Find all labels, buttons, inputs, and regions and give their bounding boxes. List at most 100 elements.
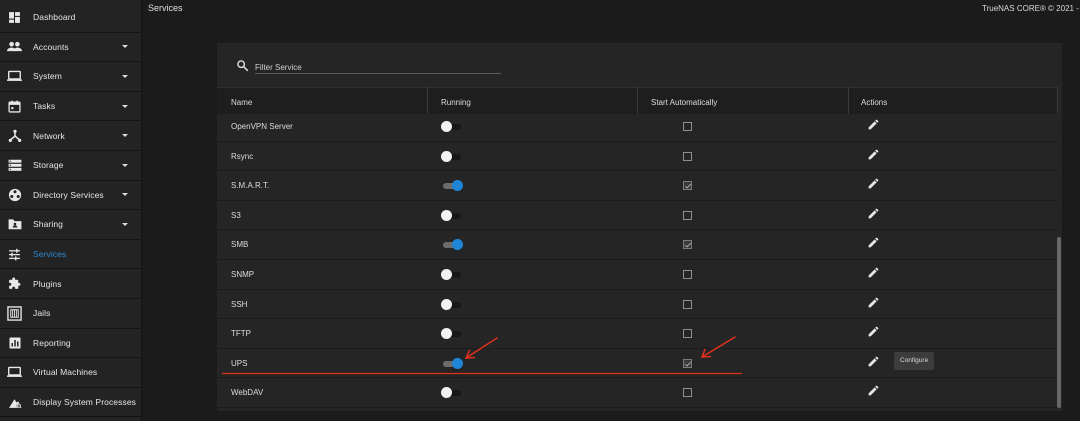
sidebar-item-label: Accounts: [33, 41, 69, 52]
sidebar-item-reporting[interactable]: Reporting: [0, 329, 142, 359]
laptop-icon: [7, 365, 22, 380]
pencil-icon: [868, 356, 879, 367]
running-toggle[interactable]: [441, 239, 463, 251]
start-automatically-checkbox[interactable]: [683, 210, 692, 220]
running-toggle[interactable]: [441, 328, 463, 340]
column-header-actions: Actions: [861, 98, 888, 107]
sidebar-item-label: Virtual Machines: [33, 367, 98, 378]
column-divider: [1057, 87, 1058, 114]
configure-button[interactable]: [867, 355, 881, 369]
column-divider: [427, 87, 428, 114]
column-divider: [637, 87, 638, 114]
pencil-icon: [868, 119, 879, 130]
network-icon: [7, 128, 22, 143]
table-row: TFTP: [217, 319, 1058, 349]
service-name: S3: [231, 210, 241, 220]
processes-icon: [7, 395, 22, 410]
configure-button[interactable]: [867, 236, 881, 250]
pencil-icon: [868, 149, 879, 159]
directory-services-icon: [7, 187, 22, 202]
running-toggle[interactable]: [441, 298, 463, 311]
start-automatically-checkbox[interactable]: [683, 270, 692, 279]
sidebar-item-label: Reporting: [33, 337, 71, 348]
jail-icon: [7, 306, 22, 321]
sidebar-item-label: System: [33, 71, 62, 82]
sidebar-item-storage[interactable]: Storage: [0, 151, 142, 181]
start-automatically-checkbox[interactable]: [683, 122, 692, 131]
configure-button[interactable]: [867, 118, 881, 132]
sidebar-item-label: Directory Services: [33, 189, 104, 200]
start-automatically-checkbox[interactable]: [683, 151, 692, 161]
table-scrollbar[interactable]: [1057, 237, 1061, 408]
sidebar-item-display-system-processes[interactable]: Display System Processes: [0, 388, 142, 418]
running-toggle[interactable]: [441, 121, 463, 133]
table-row: WebDAV: [217, 378, 1058, 408]
storage-icon: [7, 158, 22, 173]
filter-service-input[interactable]: [255, 59, 501, 74]
check-icon: [685, 243, 691, 248]
column-header-name[interactable]: Name: [231, 98, 252, 107]
configure-button[interactable]: [867, 296, 881, 310]
start-automatically-checkbox[interactable]: [683, 240, 692, 250]
configure-button[interactable]: [867, 266, 881, 280]
start-automatically-checkbox[interactable]: [683, 388, 692, 398]
column-divider: [848, 87, 849, 114]
running-toggle[interactable]: [441, 150, 463, 163]
sidebar-item-label: Sharing: [33, 219, 63, 230]
toggle-knob: [441, 150, 452, 162]
sidebar-item-tasks[interactable]: Tasks: [0, 92, 142, 122]
configure-button[interactable]: [867, 325, 881, 339]
sidebar-item-sharing[interactable]: Sharing: [0, 210, 142, 240]
pencil-icon: [868, 326, 879, 337]
sidebar-item-label: Display System Processes: [33, 397, 137, 408]
chevron-down-icon: [122, 222, 128, 226]
dashboard-icon: [7, 10, 22, 25]
sidebar-item-services[interactable]: Services: [0, 240, 142, 270]
sidebar-item-label: Network: [33, 130, 65, 141]
sidebar-item-label: Services: [33, 249, 67, 260]
chevron-down-icon: [122, 104, 128, 108]
search-icon: [237, 60, 249, 72]
truenas-services-page: Dashboard Accounts System Tasks Network Stora…: [0, 0, 1080, 421]
sidebar-item-virtual-machines[interactable]: Virtual Machines: [0, 358, 142, 388]
start-automatically-checkbox[interactable]: [683, 299, 692, 309]
sidebar-item-dashboard[interactable]: Dashboard: [0, 3, 142, 33]
start-automatically-checkbox[interactable]: [683, 358, 692, 368]
table-row: S.M.A.R.T.: [217, 171, 1058, 201]
table-row: Rsync: [217, 142, 1058, 172]
toggle-knob: [452, 180, 463, 192]
running-toggle[interactable]: [441, 209, 463, 222]
toggle-knob: [441, 328, 452, 340]
sidebar-item-directory-services[interactable]: Directory Services: [0, 181, 142, 211]
brand-copyright: TrueNAS CORE® © 2021 -: [982, 4, 1079, 13]
configure-button[interactable]: [867, 148, 881, 162]
laptop-icon: [7, 69, 22, 84]
start-automatically-checkbox[interactable]: [683, 329, 692, 339]
sidebar-item-jails[interactable]: Jails: [0, 299, 142, 329]
configure-button[interactable]: [867, 177, 881, 191]
sidebar-item-plugins[interactable]: Plugins: [0, 269, 142, 299]
sidebar-item-accounts[interactable]: Accounts: [0, 33, 142, 63]
running-toggle[interactable]: [441, 387, 463, 399]
configure-button[interactable]: [867, 207, 881, 221]
service-name: Rsync: [231, 151, 254, 161]
running-toggle[interactable]: [441, 180, 463, 192]
table-row: OpenVPN Server: [217, 112, 1058, 142]
toggle-knob: [441, 298, 452, 310]
running-toggle[interactable]: [441, 269, 463, 281]
pencil-icon: [868, 267, 879, 278]
column-header-running[interactable]: Running: [441, 98, 471, 107]
calendar-icon: [7, 99, 22, 114]
chevron-down-icon: [122, 134, 128, 138]
table-row: SNMP: [217, 260, 1058, 290]
service-name: SMB: [231, 240, 249, 250]
sidebar-item-label: Dashboard: [33, 12, 76, 23]
configure-button[interactable]: [867, 384, 881, 398]
service-name: SNMP: [231, 270, 255, 279]
service-name: SSH: [231, 299, 248, 309]
sidebar-item-network[interactable]: Network: [0, 121, 142, 151]
sidebar-item-system[interactable]: System: [0, 62, 142, 92]
running-toggle[interactable]: [441, 357, 463, 370]
start-automatically-checkbox[interactable]: [683, 181, 692, 191]
column-header-start-automatically[interactable]: Start Automatically: [651, 98, 717, 107]
